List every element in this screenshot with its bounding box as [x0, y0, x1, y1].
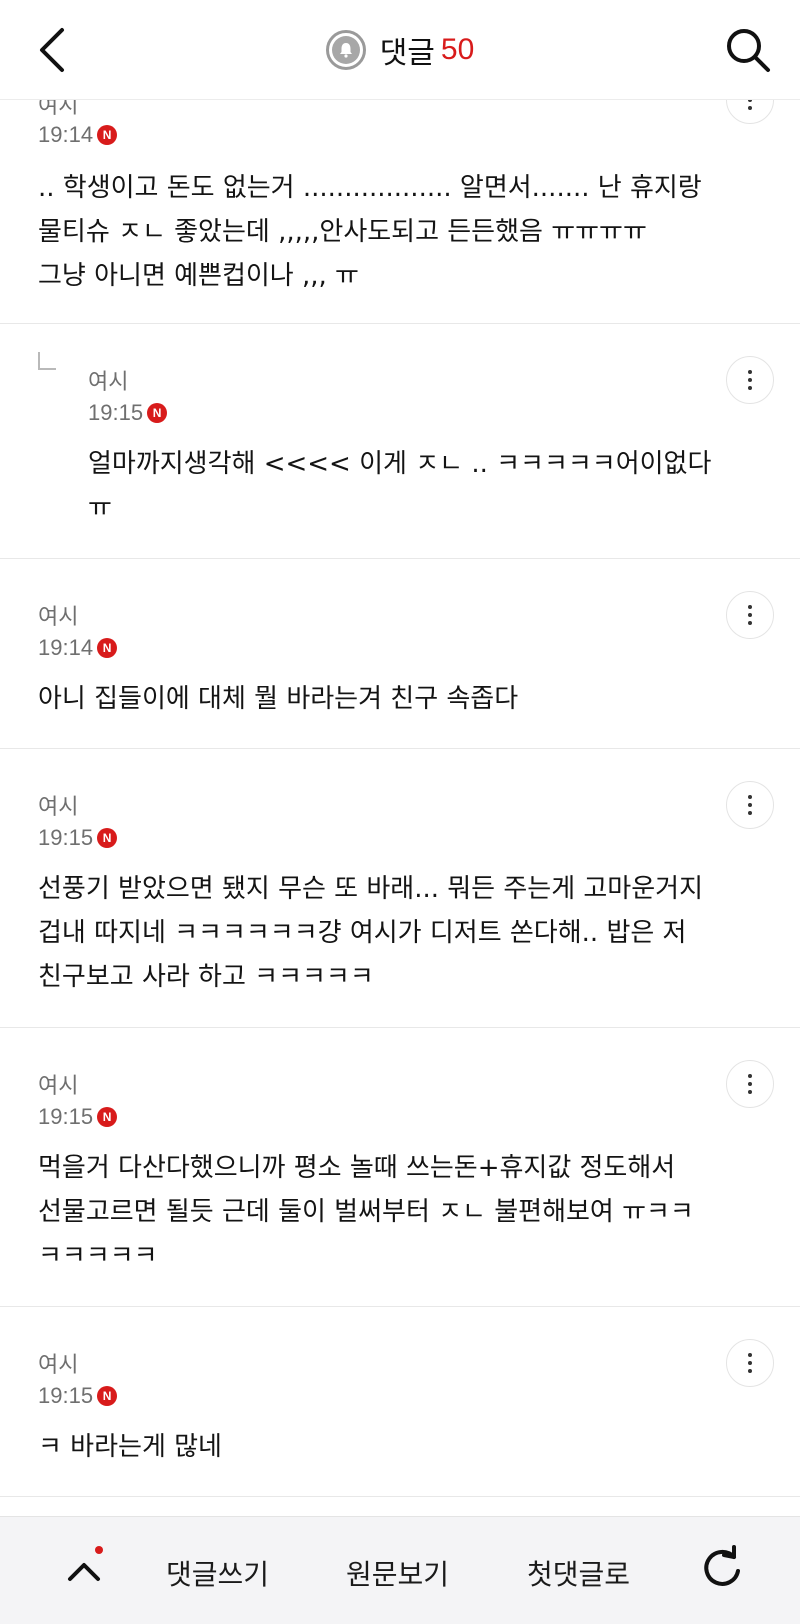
- comment-time-row: 19:15 N: [88, 400, 168, 426]
- notification-button[interactable]: [325, 30, 366, 70]
- refresh-button[interactable]: [694, 1541, 750, 1597]
- comment-text: .. 학생이고 돈도 없는거 .................. 알면서...…: [38, 173, 702, 291]
- comment-time: 19:15: [38, 825, 94, 850]
- new-badge: N: [97, 1386, 118, 1406]
- comment-item: 여시 19:14 N 아니 집들이에 대체 뭘 바라는겨 친구 속좁다: [0, 559, 800, 749]
- new-badge: N: [97, 1107, 118, 1127]
- comment-count: 50: [440, 33, 475, 66]
- reply-comment-item: 여시 19:15 N 얼마까지생각해 <<<< 이게 ㅈㄴ .. ㅋㅋㅋㅋㅋ어이…: [0, 324, 800, 559]
- comment-item: 여시 19:15 N 먹을거 다산다했으니까 평소 놀때 쓰는돈+휴지값 정도해…: [0, 1028, 800, 1307]
- header-title-group: 댓글 50: [0, 26, 800, 74]
- comment-time-row: 19:15 N: [38, 1104, 118, 1130]
- new-badge: N: [97, 828, 118, 848]
- comment-text: ㅋ 바라는게 많네: [38, 1432, 222, 1462]
- scroll-top-button[interactable]: [56, 1543, 112, 1599]
- comment-time-row: 19:15 N: [38, 1383, 118, 1409]
- comment-author: 여시: [38, 1353, 79, 1378]
- more-dots-icon: [748, 605, 752, 609]
- comment-author: 여시: [38, 795, 79, 820]
- comment-item: 여시 19:15 N ㅋ 바라는게 많네: [0, 1307, 800, 1497]
- comment-author: 여시: [38, 605, 79, 630]
- more-dots-icon: [748, 1074, 752, 1078]
- comment-text: 아니 집들이에 대체 뭘 바라는겨 친구 속좁다: [38, 684, 519, 714]
- notification-dot: [95, 1546, 103, 1554]
- more-dots-icon: [748, 795, 752, 799]
- comment-text: 선풍기 받았으면 됐지 무슨 또 바래... 뭐든 주는게 고마운거지 겁내 따…: [38, 874, 703, 992]
- more-options-button[interactable]: [726, 356, 774, 404]
- more-options-button[interactable]: [726, 591, 774, 639]
- chevron-up-icon: [68, 1563, 100, 1581]
- comment-time: 19:15: [88, 400, 144, 425]
- reply-indicator-icon: [38, 352, 56, 370]
- comment-time-row: 19:14 N: [38, 635, 118, 661]
- comment-time: 19:14: [38, 635, 94, 660]
- more-dots-icon: [748, 370, 752, 374]
- first-comment-button[interactable]: 첫댓글로: [527, 1553, 630, 1593]
- page-title: 댓글: [379, 36, 435, 71]
- more-options-button[interactable]: [726, 1339, 774, 1387]
- refresh-icon: [704, 1545, 740, 1586]
- comment-item: 여시 19:14 N .. 학생이고 돈도 없는거 ..............…: [0, 70, 800, 324]
- new-badge: N: [147, 403, 168, 423]
- comment-item: 여시 19:15 N 선풍기 받았으면 됐지 무슨 또 바래... 뭐든 주는게…: [0, 749, 800, 1028]
- comment-text: 먹을거 다산다했으니까 평소 놀때 쓰는돈+휴지값 정도해서 선물고르면 될듯 …: [38, 1153, 694, 1271]
- search-button[interactable]: [720, 22, 776, 78]
- comment-time: 19:15: [38, 1104, 94, 1129]
- new-badge: N: [97, 125, 118, 145]
- view-original-button[interactable]: 원문보기: [346, 1553, 449, 1593]
- comment-author: 여시: [38, 1074, 79, 1099]
- more-options-button[interactable]: [726, 1060, 774, 1108]
- more-options-button[interactable]: [726, 781, 774, 829]
- comment-author: 여시: [88, 370, 129, 395]
- comment-time: 19:15: [38, 1383, 94, 1408]
- comment-text: 얼마까지생각해 <<<< 이게 ㅈㄴ .. ㅋㅋㅋㅋㅋ어이없다 ㅠ: [88, 449, 712, 523]
- comment-time-row: 19:15 N: [38, 825, 118, 851]
- bottom-toolbar: 댓글쓰기 원문보기 첫댓글로: [0, 1516, 800, 1624]
- write-comment-button[interactable]: 댓글쓰기: [166, 1553, 269, 1593]
- comment-time: 19:14: [38, 122, 94, 147]
- more-dots-icon: [748, 1353, 752, 1357]
- top-header: 댓글 50: [0, 0, 800, 100]
- new-badge: N: [97, 638, 118, 658]
- search-icon: [727, 29, 770, 72]
- bell-icon: [331, 36, 360, 64]
- comment-time-row: 19:14 N: [38, 122, 118, 148]
